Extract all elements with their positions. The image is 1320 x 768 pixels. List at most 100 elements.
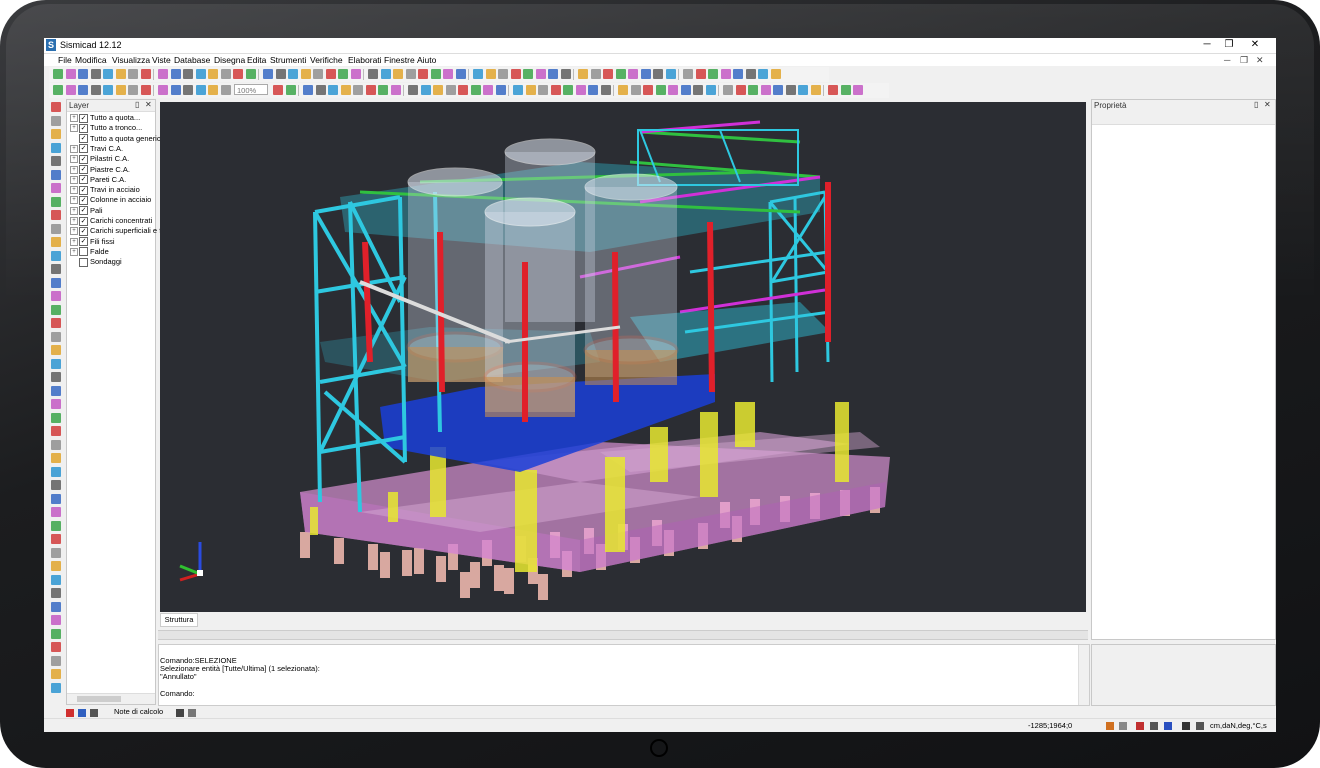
toolbar-tool-icon[interactable] [615,69,626,79]
calc-icon[interactable] [78,709,86,717]
expand-icon[interactable]: + [70,114,78,123]
tab-struttura[interactable]: Struttura [160,613,198,627]
layer-icon[interactable] [1136,722,1144,730]
toolbar-tool-icon[interactable] [563,85,573,95]
expand-icon[interactable]: + [70,165,78,174]
toolbar-tool-icon[interactable] [720,69,731,79]
layer-item[interactable]: + ✓ Travi C.A. [70,144,123,154]
draw-tool-icon[interactable] [51,156,61,166]
layer-checkbox[interactable]: ✓ [79,216,88,226]
toolbar-tool-icon[interactable] [78,85,88,95]
layer-checkbox[interactable]: ✓ [79,113,88,123]
draw-tool-icon[interactable] [51,115,61,126]
light-icon[interactable] [1119,722,1127,730]
toolbar-tool-icon[interactable] [140,85,151,95]
layer-checkbox[interactable]: ✓ [79,175,88,185]
draw-tool-icon[interactable] [51,318,61,328]
toolbar-tool-icon[interactable] [840,85,851,95]
toolbar-tool-icon[interactable] [523,69,533,79]
toolbar-tool-icon[interactable] [538,85,548,95]
pin-icon[interactable]: ▯ [135,100,139,109]
toolbar-tool-icon[interactable] [140,69,151,79]
toolbar-tool-icon[interactable] [368,69,378,79]
properties-selector[interactable] [1092,111,1275,125]
toolbar-tool-icon[interactable] [393,69,403,79]
toolbar-tool-icon[interactable] [158,85,168,95]
toolbar-tool-icon[interactable] [653,69,663,79]
toolbar-tool-icon[interactable] [263,69,273,79]
layer-item[interactable]: + ✓ Tutto a tronco... [70,123,142,133]
toolbar-tool-icon[interactable] [433,85,443,95]
toolbar-tool-icon[interactable] [443,69,453,79]
toolbar-tool-icon[interactable] [90,69,101,79]
draw-tool-icon[interactable] [51,426,61,436]
expand-icon[interactable]: + [70,186,78,195]
toolbar-tool-icon[interactable] [315,85,326,95]
draw-tool-icon[interactable] [51,534,61,544]
maximize-button[interactable]: ❐ [1218,39,1240,50]
toolbar-tool-icon[interactable] [588,85,598,95]
layer-checkbox[interactable]: ✓ [79,206,88,216]
toolbar-tool-icon[interactable] [420,85,431,95]
splitter[interactable] [158,630,1088,640]
layer-item[interactable]: + ✓ Colonne in acciaio [70,195,151,205]
layer-item[interactable]: + ✓ Pareti C.A. [70,175,126,185]
expand-icon[interactable]: + [70,144,78,153]
toolbar-tool-icon[interactable] [430,69,441,79]
menu-viste[interactable]: Viste [152,55,171,65]
draw-tool-icon[interactable] [51,588,61,598]
draw-tool-icon[interactable] [51,642,61,652]
layer-checkbox[interactable] [79,257,88,267]
structure-viewport[interactable] [160,102,1086,612]
toolbar-tool-icon[interactable] [170,69,181,79]
draw-tool-icon[interactable] [51,466,61,477]
toolbar-tool-icon[interactable] [483,85,493,95]
toolbar-tool-icon[interactable] [170,85,181,95]
menu-disegna[interactable]: Disegna [214,55,245,65]
toolbar-tool-icon[interactable] [195,85,206,95]
toolbar-tool-icon[interactable] [535,69,546,79]
toolbar-tool-icon[interactable] [53,85,63,95]
draw-tool-icon[interactable] [51,358,61,369]
mdi-close-button[interactable]: ✕ [1256,55,1264,66]
draw-tool-icon[interactable] [51,453,61,463]
toolbar-tool-icon[interactable] [735,85,746,95]
toolbar-tool-icon[interactable] [695,69,706,79]
toolbar-tool-icon[interactable] [485,69,496,79]
draw-tool-icon[interactable] [51,223,61,234]
toolbar-tool-icon[interactable] [390,85,401,95]
toolbar-tool-icon[interactable] [65,69,76,79]
calc-notes-label[interactable]: Note di calcolo [114,707,163,716]
tool-icon[interactable] [90,709,98,717]
layer-panel-close-button[interactable]: ✕ [145,100,152,109]
toolbar-tool-icon[interactable] [798,85,808,95]
close-button[interactable]: ✕ [1244,39,1266,50]
angle-icon[interactable] [1150,722,1158,730]
toolbar-tool-icon[interactable] [575,85,586,95]
toolbar-tool-icon[interactable] [285,85,296,95]
expand-icon[interactable]: + [70,196,78,205]
expand-icon[interactable]: + [70,247,78,256]
toolbar-tool-icon[interactable] [445,85,456,95]
layer-item[interactable]: + ✓ Pilastri C.A. [70,154,129,164]
toolbar-tool-icon[interactable] [668,85,678,95]
toolbar-tool-icon[interactable] [350,69,361,79]
layer-item[interactable]: + ✓ Pali [70,206,103,216]
toolbar-tool-icon[interactable] [288,69,298,79]
toolbar-tool-icon[interactable] [498,69,508,79]
toolbar-tool-icon[interactable] [655,85,666,95]
draw-tool-icon[interactable] [51,129,61,139]
layer-checkbox[interactable] [79,247,88,257]
draw-tool-icon[interactable] [51,102,61,112]
menu-edita[interactable]: Edita [247,55,266,65]
layer-checkbox[interactable]: ✓ [79,165,88,175]
command-window[interactable]: Comando:SELEZIONE Selezionare entità [Tu… [158,644,1090,706]
draw-tool-icon[interactable] [51,574,61,585]
comment-icon[interactable] [1196,722,1204,730]
draw-tool-icon[interactable] [51,304,61,315]
toolbar-tool-icon[interactable] [458,85,468,95]
menu-modifica[interactable]: Modifica [75,55,107,65]
expand-icon[interactable]: + [70,175,78,184]
toolbar-tool-icon[interactable] [643,85,653,95]
toolbar-tool-icon[interactable] [103,69,113,79]
